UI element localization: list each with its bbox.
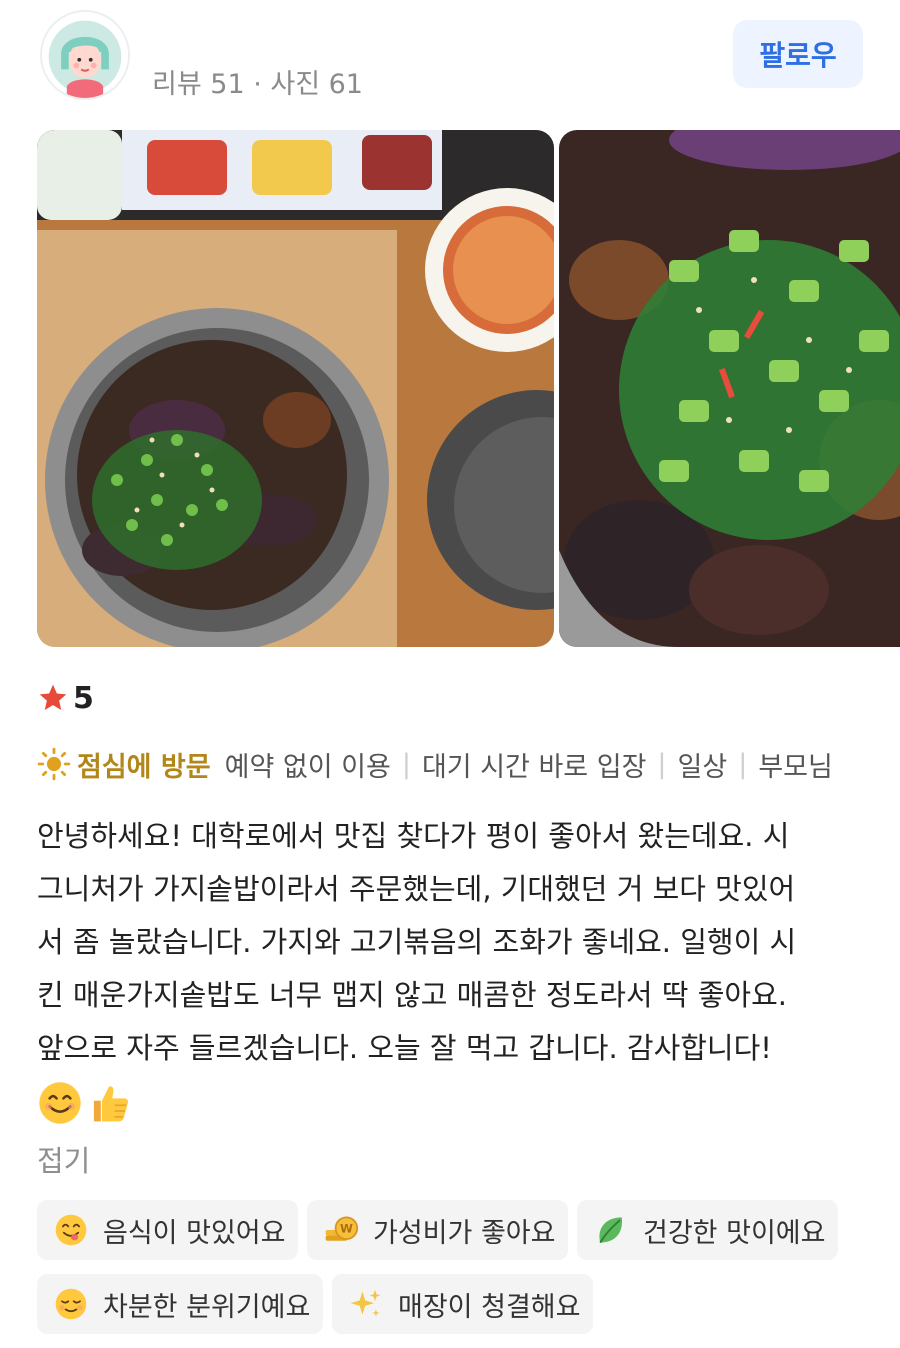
keyword-label: 음식이 맛있어요 xyxy=(103,1217,286,1249)
rating: 5 xyxy=(37,678,94,718)
visit-info: 점심에 방문 예약 없이 이용 | 대기 시간 바로 입장 | 일상 | 부모님 xyxy=(37,742,833,786)
divider: | xyxy=(738,748,748,780)
visit-tag-reservation: 예약 없이 이용 xyxy=(224,751,391,783)
divider: | xyxy=(401,748,411,780)
review-text: 안녕하세요! 대학로에서 맛집 찾다가 평이 좋아서 왔는데요. 시 그니처가 … xyxy=(37,810,867,1075)
avatar-illustration xyxy=(42,12,128,98)
review-line: 그니처가 가지솥밥이라서 주문했는데, 기대했던 거 보다 맛있어 xyxy=(37,872,796,906)
review-photo-count: 리뷰 51 · 사진 61 xyxy=(152,69,363,100)
review-emojis xyxy=(37,1080,133,1134)
divider: | xyxy=(657,748,667,780)
review-photo-2[interactable] xyxy=(559,130,900,647)
food-photo-bibimbap-set xyxy=(37,130,554,647)
leaf-icon xyxy=(599,1217,623,1244)
review-line: 앞으로 자주 들르겠습니다. 오늘 잘 먹고 갑니다. 감사합니다! xyxy=(37,1031,772,1065)
thumbs-up-icon xyxy=(93,1086,129,1122)
yum-face-icon xyxy=(55,1214,87,1246)
avatar[interactable] xyxy=(40,10,130,100)
coin-icon: W xyxy=(325,1216,359,1241)
keyword-chip[interactable]: 매장이 청결해요 xyxy=(332,1274,593,1334)
review-line: 킨 매운가지솥밥도 너무 맵지 않고 매콤한 정도라서 딱 좋아요. xyxy=(37,978,787,1012)
keyword-label: 건강한 맛이에요 xyxy=(643,1217,826,1249)
review-line: 안녕하세요! 대학로에서 맛집 찾다가 평이 좋아서 왔는데요. 시 xyxy=(37,819,790,853)
visit-tag-wait-time: 대기 시간 바로 입장 xyxy=(421,751,647,783)
sun-icon xyxy=(37,747,71,781)
keyword-chip[interactable]: 음식이 맛있어요 xyxy=(37,1200,298,1260)
keyword-label: 가성비가 좋아요 xyxy=(373,1217,556,1249)
review-line: 서 좀 놀랐습니다. 가지와 고기볶음의 조화가 좋네요. 일행이 시 xyxy=(37,925,797,959)
visit-tag-purpose: 일상 xyxy=(677,751,728,783)
review-photo-1[interactable] xyxy=(37,130,554,647)
rating-value: 5 xyxy=(73,680,94,716)
smiling-face-icon xyxy=(39,1082,81,1124)
sparkles-icon xyxy=(350,1289,381,1317)
fold-button[interactable]: 접기 xyxy=(37,1138,90,1180)
food-photo-closeup xyxy=(559,130,900,647)
visit-tag-companion: 부모님 xyxy=(758,751,833,783)
review-header: 리뷰 51 · 사진 61 팔로우 xyxy=(0,0,900,120)
keyword-chip[interactable]: 건강한 맛이에요 xyxy=(577,1200,838,1260)
follow-button[interactable]: 팔로우 xyxy=(733,20,863,88)
svg-text:W: W xyxy=(340,1222,353,1236)
keyword-label: 차분한 분위기예요 xyxy=(103,1291,311,1323)
keyword-chip[interactable]: W 가성비가 좋아요 xyxy=(307,1200,568,1260)
visit-time: 점심에 방문 xyxy=(77,751,211,783)
keyword-chip[interactable]: 차분한 분위기예요 xyxy=(37,1274,323,1334)
relieved-face-icon xyxy=(55,1288,87,1320)
star-icon xyxy=(39,684,67,710)
keyword-label: 매장이 청결해요 xyxy=(398,1291,581,1323)
